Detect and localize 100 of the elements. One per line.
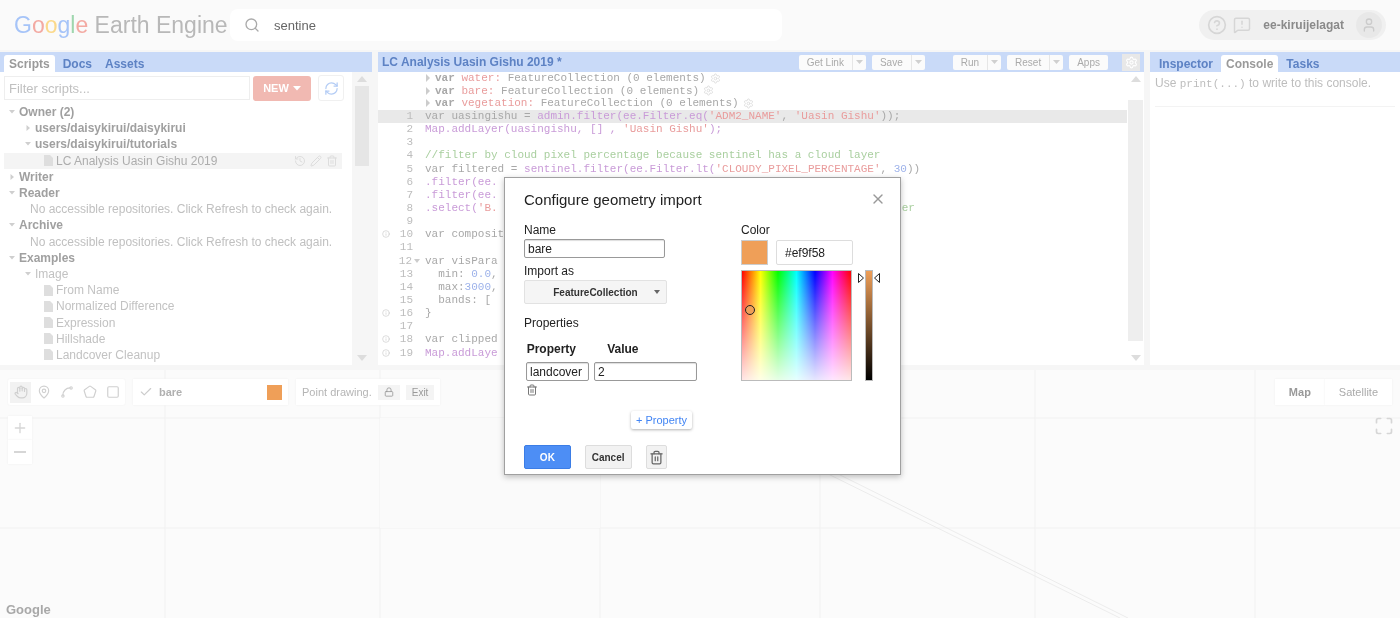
panel-tab[interactable]: Assets [100, 55, 150, 72]
toolbar-button[interactable]: Get Link [798, 54, 866, 70]
field-label: Properties [524, 316, 580, 330]
file-icon [44, 300, 53, 312]
refresh-button[interactable] [318, 75, 344, 101]
panel-tab[interactable]: Inspector [1154, 55, 1218, 72]
file-icon [44, 317, 53, 329]
feedback-icon[interactable] [1233, 16, 1252, 34]
tree-folder[interactable]: users/daisykirui/daisykirui [4, 120, 348, 137]
line-number: 17 [399, 320, 414, 333]
tree-folder[interactable]: Owner (2) [4, 104, 348, 121]
hand-icon[interactable] [10, 381, 31, 403]
info-icon [382, 348, 390, 357]
panel-tab[interactable]: Scripts [4, 55, 55, 72]
search-field[interactable]: sentine [230, 9, 782, 41]
tree-folder[interactable]: Archive [4, 217, 348, 234]
info-icon [382, 309, 390, 318]
scroll-up-icon[interactable] [1130, 76, 1141, 82]
settings-button[interactable] [1122, 53, 1140, 71]
fullscreen-icon[interactable] [1374, 416, 1394, 436]
slider-thumb[interactable] [858, 273, 880, 283]
color-swatch[interactable] [741, 240, 768, 265]
script-file[interactable]: Landcover Cleanup [4, 346, 348, 363]
toolbar-button[interactable]: Apps [1069, 54, 1108, 70]
new-button[interactable]: NEW [253, 75, 311, 101]
tree-folder[interactable]: Writer [4, 168, 348, 185]
line-number: 11 [399, 241, 414, 254]
code-line: .filter(ee. [425, 175, 498, 188]
toolbar-button[interactable]: Run [952, 54, 1002, 70]
line-number: 14 [399, 280, 414, 293]
color-gradient[interactable] [741, 270, 852, 381]
map-type-button[interactable]: Satellite [1324, 379, 1392, 405]
code-line: } [425, 307, 432, 320]
toolbar-button[interactable]: Save [871, 54, 925, 70]
name-field[interactable]: bare [524, 239, 665, 258]
column-header: Property [525, 342, 577, 356]
property-name-field[interactable]: landcover [526, 362, 589, 381]
code-text: er [901, 202, 915, 215]
add-property-button[interactable]: + Property [630, 411, 693, 429]
tree-folder[interactable]: users/daisykirui/tutorials [4, 136, 348, 153]
settings-icon[interactable] [709, 72, 721, 84]
map-type-button[interactable]: Map [1274, 379, 1325, 405]
hex-field[interactable]: #ef9f58 [776, 240, 853, 265]
delete-icon[interactable] [526, 384, 538, 396]
field-label: Color [741, 223, 771, 237]
picker-handle[interactable] [745, 305, 755, 315]
geometry-layer[interactable]: bare [133, 379, 288, 405]
layer-color-swatch[interactable] [267, 384, 282, 400]
fold-icon[interactable] [413, 257, 421, 264]
ok-button[interactable]: OK [524, 445, 571, 469]
settings-icon[interactable] [703, 85, 715, 97]
import-type-select[interactable]: FeatureCollection [524, 280, 667, 304]
caret-right-icon[interactable] [24, 124, 32, 133]
file-icon [44, 284, 53, 296]
line-number: 5 [406, 162, 414, 175]
code-line: var filtered = sentinel.filter(ee.Filter.lt('CLOUDY_PIXEL_PERCENTAGE', 30)) [425, 162, 921, 175]
tree-folder[interactable]: Examples [4, 249, 348, 266]
scroll-down-icon[interactable] [1130, 355, 1141, 361]
tree-folder[interactable]: Reader [4, 184, 348, 202]
code-line: min: 0.0, [437, 267, 498, 280]
panel-tab[interactable]: Console [1221, 55, 1279, 72]
column-header: Value [606, 342, 640, 356]
edit-icon[interactable] [310, 154, 322, 167]
exit-button[interactable]: Exit [405, 384, 435, 400]
zoom-out-button[interactable] [8, 440, 32, 464]
history-icon[interactable] [294, 154, 306, 167]
filter-field[interactable]: Filter scripts... [4, 76, 250, 100]
code-line: //filter by cloud pixel percentage because sentinel has a cloud layer [425, 149, 881, 162]
panel-tab[interactable]: Tasks [1281, 55, 1325, 72]
code-line: max:3000, [437, 280, 498, 293]
brightness-track[interactable] [865, 270, 873, 381]
caret-right-icon[interactable] [8, 172, 16, 181]
tree-folder[interactable]: Image [4, 265, 348, 283]
import-line[interactable]: var vegetation: FeatureCollection (0 elements) [435, 97, 739, 110]
minus-icon [14, 451, 26, 453]
search-icon [244, 17, 260, 33]
script-file[interactable]: LC Analysis Uasin Gishu 2019 [4, 152, 342, 169]
line-number: 9 [406, 215, 414, 228]
script-file[interactable]: From Name [4, 282, 348, 299]
property-value-field[interactable]: 2 [594, 362, 697, 381]
import-line[interactable]: var water: FeatureCollection (0 elements) [435, 72, 706, 85]
scroll-up-icon[interactable] [357, 76, 367, 82]
script-file[interactable]: Normalized Difference [4, 298, 348, 315]
check-icon[interactable] [139, 385, 153, 399]
zoom-in-button[interactable] [8, 416, 32, 440]
help-icon[interactable] [1207, 15, 1228, 35]
info-icon [382, 230, 390, 239]
scroll-down-icon[interactable] [357, 355, 367, 361]
empty-message: No accessible repositories. Click Refresh to check again. [30, 202, 333, 217]
cancel-button[interactable]: Cancel [584, 445, 632, 469]
settings-icon[interactable] [742, 97, 754, 109]
panel-tab[interactable]: Docs [57, 55, 98, 72]
lock-button[interactable] [377, 384, 400, 400]
empty-message: No accessible repositories. Click Refresh to check again. [30, 234, 333, 249]
script-file[interactable]: Hillshade [4, 330, 348, 347]
toolbar-button[interactable]: Reset [1007, 54, 1064, 70]
delete-button[interactable] [645, 445, 667, 469]
avatar-icon[interactable] [1356, 12, 1382, 38]
import-line[interactable]: var bare: FeatureCollection (0 elements) [435, 84, 700, 97]
script-file[interactable]: Expression [4, 314, 348, 331]
